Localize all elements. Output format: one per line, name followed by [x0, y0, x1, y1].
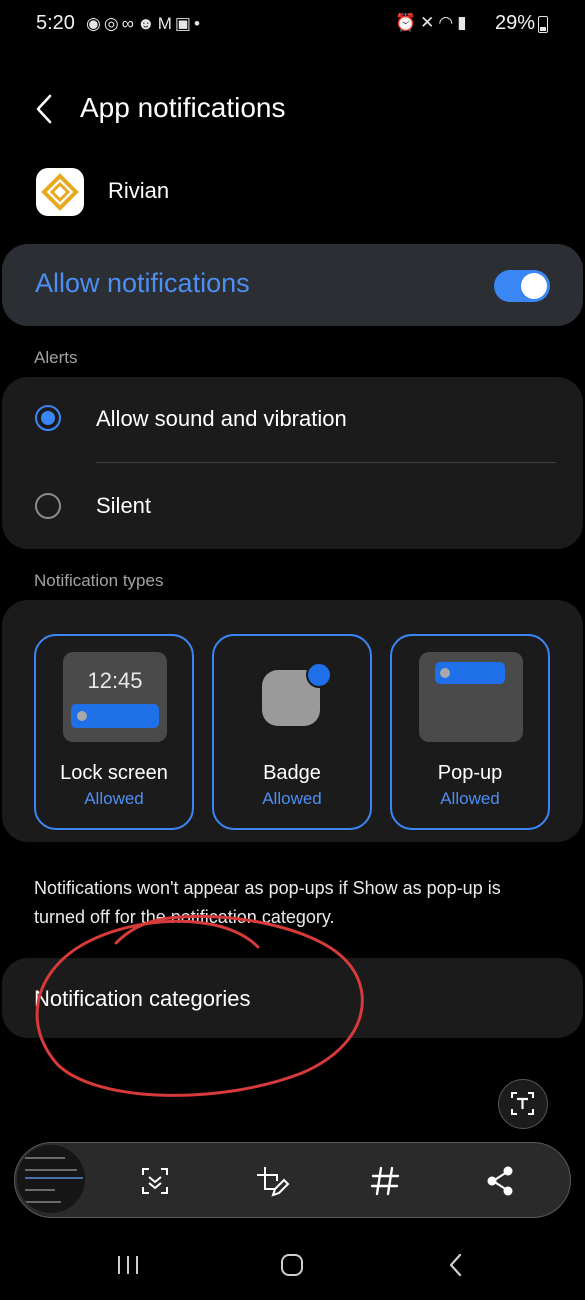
scroll-capture-button[interactable] [135, 1161, 175, 1201]
app-name: Rivian [108, 178, 170, 203]
type-tile-lock-screen[interactable]: 12:45 Lock screen Allowed [34, 634, 194, 830]
home-icon [281, 1254, 303, 1276]
edit-button[interactable] [251, 1161, 291, 1201]
allow-notifications-toggle[interactable] [494, 270, 550, 302]
voicemail-icon: ∞ [121, 14, 137, 33]
toggle-knob [521, 273, 547, 299]
allow-notifications-row[interactable]: Allow notifications [2, 244, 583, 326]
messenger-icon: ◉ [86, 14, 104, 33]
battery-percent: 29% [495, 12, 536, 34]
status-bar: 5:20 ◉◎∞☻M▣• ⏰✕◠▮ 29% [0, 0, 585, 50]
wifi-icon: ◠ [438, 13, 458, 32]
gmail-icon: M [157, 14, 175, 33]
edit-icon [257, 1167, 290, 1197]
whatsapp-icon: ◎ [103, 14, 122, 33]
page-title: App notifications [80, 92, 286, 123]
notification-types-label: Notification types [34, 571, 164, 590]
radio-unselected-icon[interactable] [35, 493, 61, 519]
option-label: Allow sound and vibration [96, 406, 347, 431]
notification-icons: ◉◎∞☻M▣• [86, 14, 203, 34]
tile-status: Allowed [262, 789, 322, 808]
share-button[interactable] [480, 1161, 520, 1201]
tag-button[interactable] [365, 1161, 405, 1201]
screenshot-thumbnail[interactable] [17, 1145, 85, 1213]
outlook-icon: ▣ [174, 14, 194, 33]
mute-icon: ✕ [420, 13, 439, 32]
alerts-card: Allow sound and vibration Silent [2, 377, 583, 549]
type-tile-badge[interactable]: Badge Allowed [212, 634, 372, 830]
nav-home-button[interactable] [272, 1245, 312, 1285]
dot-icon: • [193, 14, 203, 33]
rivian-app-icon [36, 168, 84, 216]
option-label: Silent [96, 493, 152, 518]
option-silent[interactable]: Silent [2, 463, 583, 549]
red-annotation-circle [35, 914, 364, 1097]
allow-notifications-label: Allow notifications [35, 268, 250, 298]
text-scan-icon [511, 1092, 534, 1115]
preview-time: 12:45 [87, 668, 143, 693]
signal-icon: ▮ [457, 13, 471, 32]
back-arrow-icon [36, 94, 52, 124]
nav-recents-button[interactable] [108, 1245, 148, 1285]
scroll-capture-icon [142, 1168, 168, 1194]
tile-title: Lock screen [60, 762, 168, 784]
popup-preview-icon [419, 652, 523, 742]
nav-back-icon [449, 1253, 462, 1277]
share-icon [487, 1166, 513, 1196]
battery-icon [538, 16, 548, 33]
notification-types-card: 12:45 Lock screen Allowed Badge Allowed … [2, 600, 583, 842]
back-button[interactable] [30, 90, 64, 128]
type-tile-popup[interactable]: Pop-up Allowed [390, 634, 550, 830]
radio-selected-icon[interactable] [35, 405, 61, 431]
option-sound-vibration[interactable]: Allow sound and vibration [2, 377, 583, 463]
reddit-icon: ☻ [136, 14, 158, 33]
tile-title: Badge [263, 762, 321, 784]
screenshot-toolbar [14, 1142, 571, 1218]
tag-icon [370, 1166, 400, 1196]
nav-back-button[interactable] [436, 1245, 476, 1285]
alarm-icon: ⏰ [395, 13, 421, 32]
tile-title: Pop-up [437, 762, 503, 784]
recents-icon [118, 1256, 138, 1274]
status-time: 5:20 [36, 12, 75, 34]
alerts-section-label: Alerts [34, 348, 78, 367]
extract-text-button[interactable] [498, 1079, 548, 1129]
system-icons: ⏰✕◠▮ [395, 13, 471, 33]
lock-screen-preview-icon: 12:45 [63, 652, 167, 742]
tile-status: Allowed [440, 789, 500, 808]
tile-status: Allowed [84, 789, 144, 808]
